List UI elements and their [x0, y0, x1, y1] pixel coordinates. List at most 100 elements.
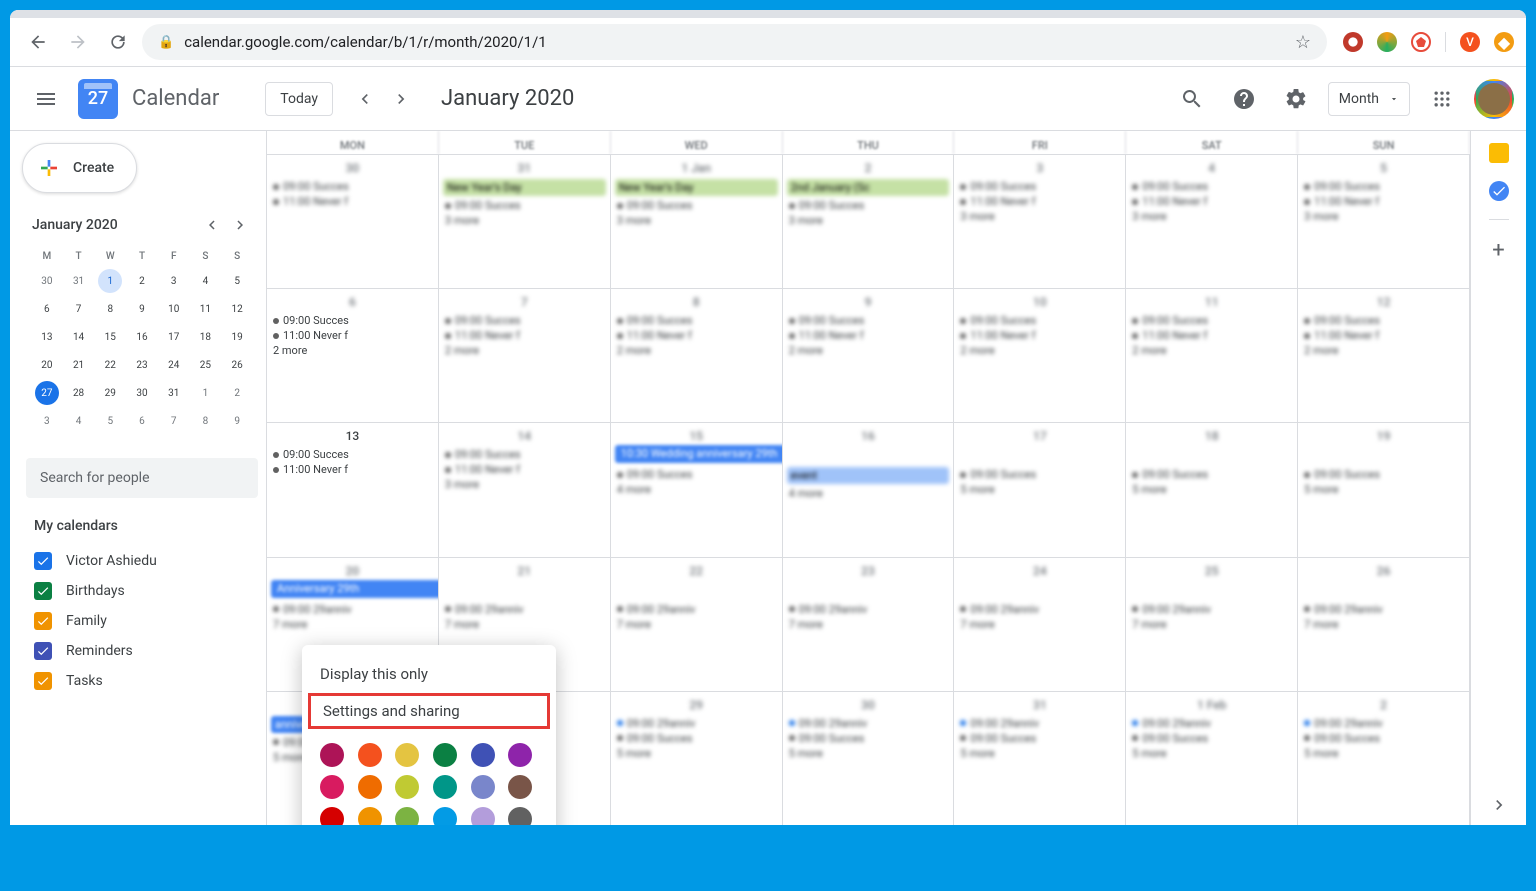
mini-day[interactable]: 4	[67, 409, 91, 433]
mini-day[interactable]: 23	[130, 353, 154, 377]
mini-day[interactable]: 17	[162, 325, 186, 349]
color-option[interactable]	[395, 775, 419, 799]
expand-panel-button[interactable]	[1479, 785, 1519, 825]
profile-icon[interactable]: V	[1460, 32, 1480, 52]
calendar-item[interactable]: Reminders	[34, 636, 250, 666]
create-button[interactable]: Create	[22, 143, 137, 193]
calendar-item[interactable]: Tasks	[34, 666, 250, 696]
ext-icon-1[interactable]	[1343, 32, 1363, 52]
mini-day[interactable]: 27	[35, 381, 59, 405]
color-option[interactable]	[433, 807, 457, 825]
mini-day[interactable]: 22	[98, 353, 122, 377]
mini-day[interactable]: 1	[193, 381, 217, 405]
mini-day[interactable]: 24	[162, 353, 186, 377]
day-cell[interactable]: 1 JanNew Year's Day09:00 Succes3 more	[611, 154, 783, 288]
calendar-item[interactable]: Birthdays	[34, 576, 250, 606]
display-only-option[interactable]: Display this only	[302, 655, 556, 693]
mini-day[interactable]: 26	[225, 353, 249, 377]
day-cell[interactable]: 3109:00 29anniv09:00 Succes5 more	[954, 691, 1126, 825]
day-cell[interactable]: 209:00 29anniv09:00 Succes5 more	[1298, 691, 1470, 825]
day-cell[interactable]: 3009:00 29anniv09:00 Succes5 more	[783, 691, 955, 825]
mini-day[interactable]: 14	[67, 325, 91, 349]
mini-day[interactable]: 8	[193, 409, 217, 433]
ext-icon-3[interactable]	[1411, 32, 1431, 52]
mini-day[interactable]: 18	[193, 325, 217, 349]
tasks-icon[interactable]	[1489, 181, 1509, 201]
calendar-item[interactable]: Victor Ashiedu	[34, 546, 250, 576]
color-option[interactable]	[508, 743, 532, 767]
color-option[interactable]	[471, 775, 495, 799]
back-button[interactable]	[22, 26, 54, 58]
mini-day[interactable]: 19	[225, 325, 249, 349]
day-cell[interactable]: 2409:00 29anniv7 more	[954, 557, 1126, 691]
bookmark-star-icon[interactable]: ☆	[1295, 32, 1311, 53]
next-month-button[interactable]	[385, 83, 417, 115]
mini-day[interactable]: 2	[225, 381, 249, 405]
mini-day[interactable]: 31	[162, 381, 186, 405]
day-cell[interactable]: 31New Year's Day09:00 Succes3 more	[439, 154, 611, 288]
calendar-checkbox[interactable]	[34, 672, 52, 690]
search-people-input[interactable]: Search for people	[26, 458, 258, 498]
mini-day[interactable]: 5	[98, 409, 122, 433]
prev-month-button[interactable]	[349, 83, 381, 115]
color-option[interactable]	[358, 775, 382, 799]
day-cell[interactable]: 309:00 Succes11:00 Never f3 more	[954, 154, 1126, 288]
settings-sharing-option[interactable]: Settings and sharing	[308, 693, 550, 729]
calendar-checkbox[interactable]	[34, 552, 52, 570]
my-calendars-heading[interactable]: My calendars	[34, 518, 250, 534]
day-cell[interactable]: 1009:00 Succes11:00 Never f2 more	[954, 288, 1126, 422]
day-cell[interactable]: 1709:00 Succes5 more	[954, 422, 1126, 556]
add-addon-button[interactable]: +	[1492, 238, 1504, 263]
color-option[interactable]	[471, 807, 495, 825]
day-cell[interactable]: 2609:00 29anniv7 more	[1298, 557, 1470, 691]
day-cell[interactable]: 2309:00 29anniv7 more	[783, 557, 955, 691]
day-cell[interactable]: 1209:00 Succes11:00 Never f2 more	[1298, 288, 1470, 422]
day-cell[interactable]: 609:00 Succes11:00 Never f2 more	[267, 288, 439, 422]
color-option[interactable]	[395, 807, 419, 825]
day-cell[interactable]: 809:00 Succes11:00 Never f2 more	[611, 288, 783, 422]
mini-day[interactable]: 15	[98, 325, 122, 349]
mini-day[interactable]: 10	[162, 297, 186, 321]
color-option[interactable]	[433, 775, 457, 799]
ext-icon-2[interactable]	[1377, 32, 1397, 52]
calendar-checkbox[interactable]	[34, 582, 52, 600]
google-apps-icon[interactable]	[1422, 79, 1462, 119]
url-field[interactable]: 🔒 calendar.google.com/calendar/b/1/r/mon…	[142, 24, 1327, 60]
day-cell[interactable]: 1409:00 Succes11:00 Never f3 more	[439, 422, 611, 556]
today-button[interactable]: Today	[265, 82, 333, 116]
mini-day[interactable]: 9	[130, 297, 154, 321]
mini-day[interactable]: 11	[193, 297, 217, 321]
mini-day[interactable]: 7	[67, 297, 91, 321]
color-option[interactable]	[508, 775, 532, 799]
color-option[interactable]	[471, 743, 495, 767]
ext-icon-4[interactable]: ◆	[1494, 32, 1514, 52]
calendar-checkbox[interactable]	[34, 612, 52, 630]
mini-day[interactable]: 6	[35, 297, 59, 321]
mini-day[interactable]: 16	[130, 325, 154, 349]
mini-day[interactable]: 9	[225, 409, 249, 433]
day-cell[interactable]: 1109:00 Succes11:00 Never f2 more	[1126, 288, 1298, 422]
mini-day[interactable]: 13	[35, 325, 59, 349]
mini-prev-button[interactable]	[200, 213, 224, 237]
color-option[interactable]	[358, 743, 382, 767]
day-cell[interactable]: 2909:00 29anniv09:00 Succes5 more	[611, 691, 783, 825]
mini-day[interactable]: 30	[130, 381, 154, 405]
day-cell[interactable]: 1309:00 Succes11:00 Never f	[267, 422, 439, 556]
mini-day[interactable]: 1	[98, 269, 122, 293]
mini-day[interactable]: 8	[98, 297, 122, 321]
day-cell[interactable]: 409:00 Succes11:00 Never f3 more	[1126, 154, 1298, 288]
mini-day[interactable]: 31	[67, 269, 91, 293]
settings-icon[interactable]	[1276, 79, 1316, 119]
calendar-item[interactable]: Family	[34, 606, 250, 636]
color-option[interactable]	[395, 743, 419, 767]
calendar-checkbox[interactable]	[34, 642, 52, 660]
color-option[interactable]	[320, 807, 344, 825]
mini-day[interactable]: 30	[35, 269, 59, 293]
day-cell[interactable]: 909:00 Succes11:00 Never f2 more	[783, 288, 955, 422]
reload-button[interactable]	[102, 26, 134, 58]
mini-day[interactable]: 2	[130, 269, 154, 293]
color-option[interactable]	[508, 807, 532, 825]
mini-day[interactable]: 25	[193, 353, 217, 377]
color-option[interactable]	[433, 743, 457, 767]
day-cell[interactable]: 709:00 Succes11:00 Never f2 more	[439, 288, 611, 422]
